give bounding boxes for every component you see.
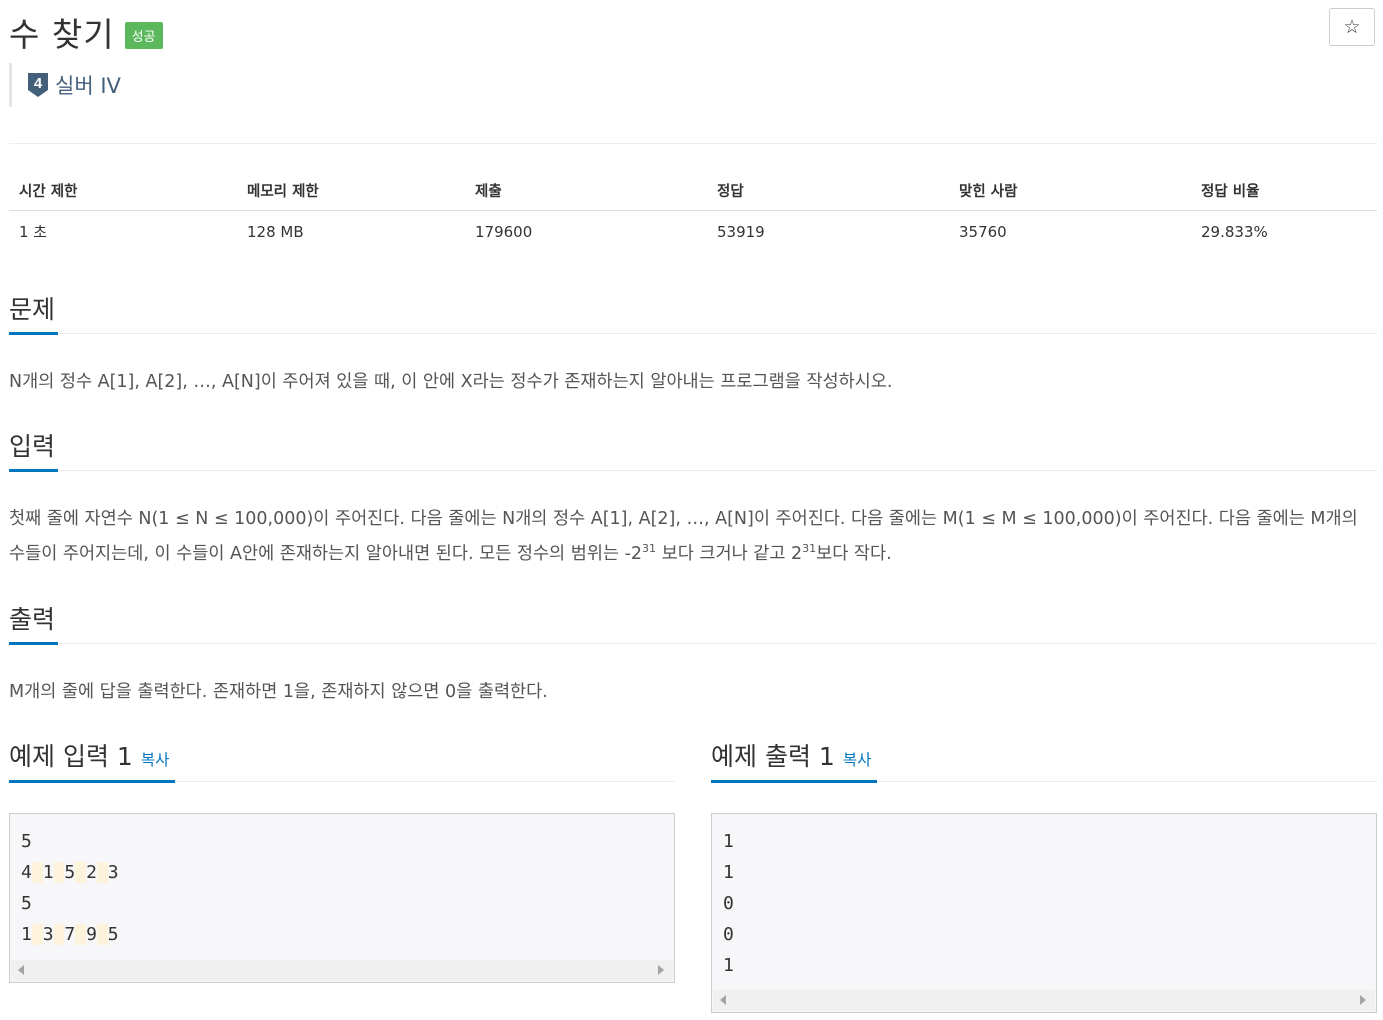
exponent: 31	[802, 542, 817, 555]
input-section-title: 입력	[9, 432, 56, 461]
whitespace-highlight	[96, 862, 108, 883]
scroll-right-icon[interactable]	[1360, 995, 1366, 1005]
whitespace-highlight	[53, 862, 65, 883]
sample-input-token: 7	[64, 924, 76, 945]
output-section-title: 출력	[9, 605, 56, 634]
tier-info: 4 실버 IV	[9, 63, 121, 107]
scroll-left-icon[interactable]	[720, 995, 726, 1005]
sample-input-token: 3	[42, 924, 54, 945]
silver-tier-icon: 4	[28, 73, 48, 97]
copy-input-button[interactable]: 복사	[141, 751, 170, 769]
accept-ratio-value: 29.833%	[1201, 222, 1268, 241]
sample-input-title: 예제 입력 1	[9, 742, 133, 771]
tier-label: 실버 IV	[55, 74, 121, 98]
accepted-value: 53919	[717, 222, 765, 241]
star-icon: ☆	[1343, 16, 1361, 38]
sample-input-token: 3	[107, 862, 119, 883]
sample-input-lines: 54 1 5 2 351 3 7 9 5	[21, 826, 119, 950]
problem-info-table: 시간 제한 메모리 제한 제출 정답 맞힌 사람 정답 비율 1 초 128 M…	[9, 170, 1377, 252]
section-underline	[9, 469, 58, 472]
submissions-value: 179600	[475, 222, 533, 241]
section-divider	[9, 333, 1377, 334]
sample-input-token: 5	[107, 924, 119, 945]
status-badge: 성공	[124, 21, 163, 49]
section-divider	[9, 470, 1377, 471]
horizontal-scrollbar[interactable]	[713, 990, 1375, 1011]
sample-output-line: 1	[723, 862, 734, 883]
divider	[9, 143, 1377, 144]
sample-output-title: 예제 출력 1	[711, 742, 835, 771]
section-underline	[9, 780, 175, 783]
sample-input-token: 5	[21, 831, 32, 852]
sample-input-token: 5	[21, 893, 32, 914]
sample-output-line: 1	[723, 955, 734, 976]
sample-input-box[interactable]: 54 1 5 2 351 3 7 9 5	[9, 813, 675, 983]
memory-limit-value: 128 MB	[247, 222, 304, 241]
section-underline	[711, 780, 877, 783]
solved-users-value: 35760	[959, 222, 1007, 241]
section-divider	[9, 643, 1377, 644]
sample-input-token: 2	[86, 862, 97, 883]
exponent: 31	[642, 542, 657, 555]
header-memory-limit: 메모리 제한	[237, 170, 465, 211]
scroll-right-icon[interactable]	[658, 965, 664, 975]
problem-section-title: 문제	[9, 295, 56, 324]
sample-output-line: 0	[723, 924, 734, 945]
whitespace-highlight	[75, 924, 87, 945]
horizontal-scrollbar[interactable]	[11, 960, 673, 981]
sample-input-token: 4	[21, 862, 32, 883]
sample-input-token: 9	[86, 924, 97, 945]
scroll-left-icon[interactable]	[18, 965, 24, 975]
sample-input-line: 5	[21, 888, 119, 919]
header-submissions: 제출	[465, 170, 707, 211]
problem-description: N개의 정수 A[1], A[2], …, A[N]이 주어져 있을 때, 이 …	[9, 372, 893, 392]
sample-input-token: 5	[64, 862, 76, 883]
sample-input-line: 4 1 5 2 3	[21, 857, 119, 888]
whitespace-highlight	[75, 862, 87, 883]
copy-output-button[interactable]: 복사	[843, 751, 872, 769]
header-solved-users: 맞힌 사람	[949, 170, 1191, 211]
sample-output-line: 0	[723, 893, 734, 914]
whitespace-highlight	[31, 924, 43, 945]
sample-output-header: 예제 출력 1 복사	[711, 737, 871, 773]
sample-input-line: 1 3 7 9 5	[21, 919, 119, 950]
header-accepted: 정답	[707, 170, 949, 211]
whitespace-highlight	[96, 924, 108, 945]
favorite-button[interactable]: ☆	[1329, 8, 1375, 46]
whitespace-highlight	[31, 862, 43, 883]
section-underline	[9, 332, 58, 335]
sample-input-header: 예제 입력 1 복사	[9, 737, 169, 773]
sample-input-line: 5	[21, 826, 119, 857]
problem-title: 수 찾기	[9, 15, 115, 54]
input-description: 첫째 줄에 자연수 N(1 ≤ N ≤ 100,000)이 주어진다. 다음 줄…	[9, 502, 1374, 572]
table-header-row: 시간 제한 메모리 제한 제출 정답 맞힌 사람 정답 비율	[9, 170, 1377, 211]
header-time-limit: 시간 제한	[9, 170, 237, 211]
title-row: 수 찾기 성공	[9, 8, 163, 56]
whitespace-highlight	[53, 924, 65, 945]
sample-input-token: 1	[42, 862, 54, 883]
input-text-part: 보다 크거나 같고 2	[656, 544, 803, 564]
time-limit-value: 1 초	[19, 223, 48, 241]
sample-output-line: 1	[723, 831, 734, 852]
header-accept-ratio: 정답 비율	[1191, 170, 1377, 211]
section-underline	[9, 642, 58, 645]
sample-output-box[interactable]: 1 1 0 0 1	[711, 813, 1377, 1013]
input-text-part: 보다 작다.	[816, 544, 892, 564]
table-row: 1 초 128 MB 179600 53919 35760 29.833%	[9, 211, 1377, 253]
sample-output-lines: 1 1 0 0 1	[723, 826, 734, 981]
output-description: M개의 줄에 답을 출력한다. 존재하면 1을, 존재하지 않으면 0을 출력한…	[9, 682, 548, 702]
problem-page: 수 찾기 성공 ☆ 4 실버 IV 시간 제한 메모리 제한 제출 정답 맞힌 …	[0, 0, 1383, 1020]
sample-input-token: 1	[21, 924, 32, 945]
tier-number: 4	[34, 75, 43, 92]
